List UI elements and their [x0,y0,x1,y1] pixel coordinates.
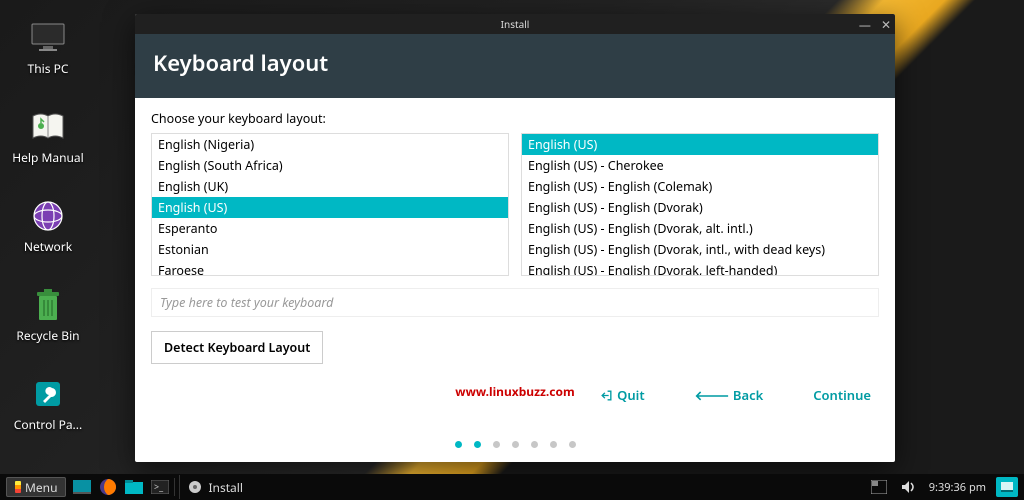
keyboard-test-input[interactable] [151,288,879,317]
desktop-icon-help-manual[interactable]: Help Manual [10,109,86,166]
taskbar-show-desktop[interactable] [72,477,92,497]
list-item[interactable]: English (South Africa) [152,155,508,176]
desktop-icon-label: Network [24,238,72,255]
list-item[interactable]: English (US) - English (Dvorak, left-han… [522,260,878,276]
list-item[interactable]: Estonian [152,239,508,260]
continue-button[interactable]: Continue [813,386,871,404]
desktop-icon-recycle-bin[interactable]: Recycle Bin [10,287,86,344]
step-indicator [135,441,895,448]
taskbar: Menu >_ Install 9:39:36 pm [0,474,1024,500]
keyboard-language-list[interactable]: English (Nigeria)English (South Africa)E… [151,133,509,276]
desktop-icon-label: Help Manual [12,149,84,166]
tray-clock[interactable]: 9:39:36 pm [929,480,986,495]
tray-workspace-icon[interactable] [869,477,889,497]
desktop-icon-network[interactable]: Network [10,198,86,255]
list-item[interactable]: English (US) - English (Colemak) [522,176,878,197]
keyboard-variant-list[interactable]: English (US)English (US) - CherokeeEngli… [521,133,879,276]
installer-heading: Keyboard layout [135,34,895,98]
taskbar-firefox[interactable] [98,477,118,497]
taskbar-terminal[interactable]: >_ [150,477,170,497]
step-dot [569,441,576,448]
trash-icon [28,287,68,323]
monitor-icon [28,20,68,56]
list-item[interactable]: English (US) - English (Dvorak, intl., w… [522,239,878,260]
window-close-button[interactable]: ✕ [881,16,891,33]
step-dot [531,441,538,448]
list-item[interactable]: English (US) - Cherokee [522,155,878,176]
detect-keyboard-button[interactable]: Detect Keyboard Layout [151,331,323,364]
desktop-icon-label: Control Pa... [14,416,82,433]
book-icon [28,109,68,145]
desktop-icon-label: Recycle Bin [16,327,79,344]
list-item[interactable]: English (US) [522,134,878,155]
list-item[interactable]: English (US) - English (Dvorak) [522,197,878,218]
menu-logo-icon [15,481,21,493]
quit-button[interactable]: Quit [600,386,644,404]
step-dot [512,441,519,448]
back-button[interactable]: 🡐 Back [695,386,764,404]
wrench-icon [28,376,68,412]
list-item[interactable]: English (UK) [152,176,508,197]
list-item[interactable]: English (US) [152,197,508,218]
window-titlebar[interactable]: Install ― ✕ [135,14,895,34]
disc-small-icon [188,480,202,494]
step-dot [455,441,462,448]
svg-text:>_: >_ [154,480,164,493]
desktop-icon-control-panel[interactable]: Control Pa... [10,376,86,433]
list-item[interactable]: English (Nigeria) [152,134,508,155]
step-dot [474,441,481,448]
window-minimize-button[interactable]: ― [859,16,871,33]
step-dot [493,441,500,448]
start-menu-button[interactable]: Menu [6,477,66,497]
taskbar-app-install[interactable]: Install [179,475,251,499]
list-item[interactable]: Esperanto [152,218,508,239]
tray-show-desktop-button[interactable] [996,477,1018,497]
exit-icon [600,389,613,402]
globe-icon [28,198,68,234]
list-item[interactable]: English (US) - English (Dvorak, alt. int… [522,218,878,239]
window-title: Install [501,17,530,31]
list-item[interactable]: Faroese [152,260,508,276]
installer-window: Install ― ✕ Keyboard layout Choose your … [135,14,895,462]
desktop-icon-this-pc[interactable]: This PC [10,20,86,77]
taskbar-files[interactable] [124,477,144,497]
tray-volume-icon[interactable] [899,477,919,497]
step-dot [550,441,557,448]
desktop-icon-label: This PC [28,60,69,77]
layout-prompt: Choose your keyboard layout: [151,110,879,127]
